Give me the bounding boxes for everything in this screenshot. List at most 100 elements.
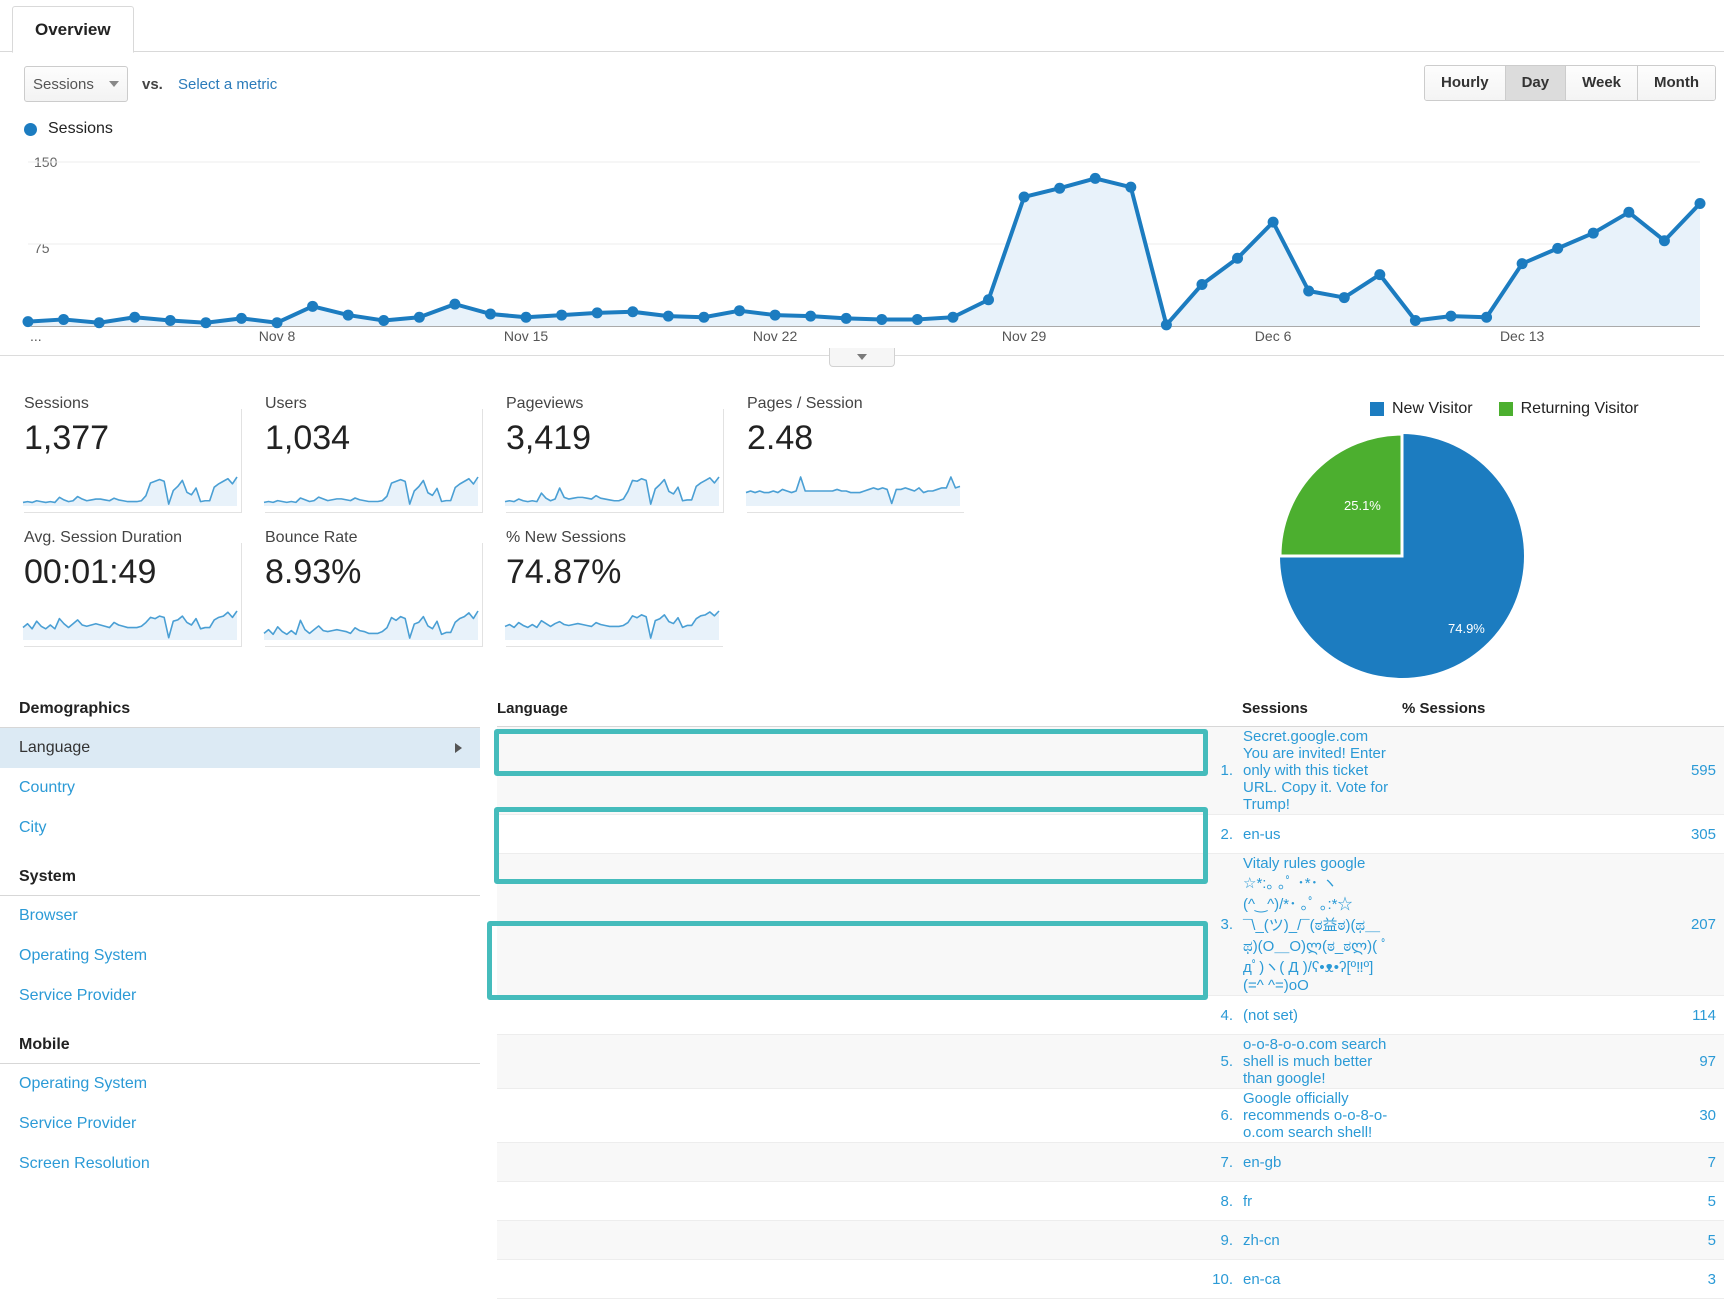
sidebar-item-language[interactable]: Language	[0, 728, 480, 768]
language-link[interactable]: Vitaly rules google ☆*:｡ ｡ﾟ ･*･ ヽ (^‿^)/…	[1243, 855, 1389, 994]
series-legend-label: Sessions	[48, 120, 113, 138]
metric-card-bounce-rate[interactable]: Bounce Rate 8.93%	[241, 529, 482, 647]
row-language[interactable]: o-o-8-o-o.com search shell is much bette…	[1242, 1035, 1402, 1089]
sidebar-item-operating-system[interactable]: Operating System	[0, 936, 480, 976]
metric-select-value: Sessions	[33, 76, 94, 93]
metric-value: 1,377	[24, 419, 241, 457]
language-link[interactable]: o-o-8-o-o.com search shell is much bette…	[1243, 1036, 1386, 1087]
table-row[interactable]: 10.en-ca30.22%	[497, 1260, 1724, 1299]
series-color-dot-icon	[24, 123, 37, 136]
row-sessions: 5	[1402, 1221, 1724, 1260]
granularity-day[interactable]: Day	[1506, 66, 1567, 100]
row-index: 5.	[497, 1035, 1242, 1089]
row-sessions: 207	[1402, 854, 1724, 996]
dimension-item-label: Screen Resolution	[19, 1155, 150, 1173]
column-header-sessions[interactable]: Sessions	[1242, 700, 1402, 727]
row-index: 1.	[497, 727, 1242, 815]
language-link[interactable]: fr	[1243, 1193, 1252, 1210]
row-language[interactable]: en-gb	[1242, 1143, 1402, 1182]
dimension-panel: Demographics Language Country City Syste…	[0, 700, 480, 1184]
sparkline-avg-session-duration	[22, 607, 238, 641]
sessions-line-chart[interactable]: 150 75 ...Nov 8Nov 15Nov 22Nov 29Dec 6De…	[0, 148, 1724, 370]
chart-expand-button[interactable]	[829, 348, 895, 367]
x-axis-tick: ...	[30, 328, 42, 344]
table-row[interactable]: 3.Vitaly rules google ☆*:｡ ｡ﾟ ･*･ ヽ (^‿^…	[497, 854, 1724, 996]
sidebar-item-browser[interactable]: Browser	[0, 896, 480, 936]
metric-card-users[interactable]: Users 1,034	[241, 395, 482, 513]
sidebar-item-mobile-operating-system[interactable]: Operating System	[0, 1064, 480, 1104]
language-link[interactable]: Google officially recommends o-o-8-o-o.c…	[1243, 1090, 1387, 1141]
pie-label-returning-visitor: 25.1%	[1344, 498, 1381, 513]
table-row[interactable]: 4.(not set)1148.28%	[497, 996, 1724, 1035]
select-a-metric-link[interactable]: Select a metric	[178, 76, 277, 93]
sidebar-item-screen-resolution[interactable]: Screen Resolution	[0, 1144, 480, 1184]
metric-card-avg-session-duration[interactable]: Avg. Session Duration 00:01:49	[0, 529, 241, 647]
metric-value: 8.93%	[265, 553, 482, 591]
row-index: 4.	[497, 996, 1242, 1035]
metric-value: 2.48	[747, 419, 964, 457]
sidebar-item-mobile-service-provider[interactable]: Service Provider	[0, 1104, 480, 1144]
sidebar-item-service-provider[interactable]: Service Provider	[0, 976, 480, 1016]
metric-card-pages-per-session[interactable]: Pages / Session 2.48	[723, 395, 964, 513]
language-link[interactable]: en-ca	[1243, 1271, 1281, 1288]
row-index: 9.	[497, 1221, 1242, 1260]
column-header-language[interactable]: Language	[497, 700, 1242, 727]
pie-svg[interactable]: 25.1% 74.9%	[1280, 434, 1580, 684]
row-language[interactable]: Secret.google.com You are invited! Enter…	[1242, 727, 1402, 815]
visitor-type-pie-chart: New Visitor Returning Visitor 25.1% 74.9…	[1270, 400, 1720, 700]
sidebar-item-country[interactable]: Country	[0, 768, 480, 808]
language-link[interactable]: en-us	[1243, 826, 1281, 843]
pie-legend-returning-visitor[interactable]: Returning Visitor	[1499, 400, 1639, 418]
chevron-down-icon	[857, 354, 867, 360]
table-row[interactable]: 2.en-us30522.15%	[497, 815, 1724, 854]
language-link[interactable]: (not set)	[1243, 1007, 1298, 1024]
metric-card-pageviews[interactable]: Pageviews 3,419	[482, 395, 723, 513]
metric-cards: Sessions 1,377 Users 1,034 Pageviews 3,4…	[0, 395, 1000, 663]
x-axis-tick: Dec 6	[1255, 328, 1292, 344]
row-language[interactable]: zh-cn	[1242, 1221, 1402, 1260]
pie-legend-new-visitor[interactable]: New Visitor	[1370, 400, 1473, 418]
pie-slice-returning-visitor[interactable]	[1280, 434, 1402, 556]
language-link[interactable]: en-gb	[1243, 1154, 1281, 1171]
metric-card-percent-new-sessions[interactable]: % New Sessions 74.87%	[482, 529, 723, 647]
pie-label-new-visitor: 74.9%	[1448, 621, 1485, 636]
granularity-month[interactable]: Month	[1638, 66, 1715, 100]
tab-overview[interactable]: Overview	[12, 6, 134, 53]
row-sessions: 5	[1402, 1182, 1724, 1221]
sidebar-item-city[interactable]: City	[0, 808, 480, 848]
pie-legend-label: Returning Visitor	[1521, 400, 1639, 418]
x-axis-tick: Dec 13	[1500, 328, 1544, 344]
table-row[interactable]: 5.o-o-8-o-o.com search shell is much bet…	[497, 1035, 1724, 1089]
row-language[interactable]: en-us	[1242, 815, 1402, 854]
language-table-panel: Language Sessions % Sessions 1.Secret.go…	[497, 700, 1724, 1299]
column-header-percent-sessions[interactable]: % Sessions	[1402, 700, 1724, 727]
language-link[interactable]: Secret.google.com You are invited! Enter…	[1243, 728, 1388, 813]
table-row[interactable]: 8.fr50.36%	[497, 1182, 1724, 1221]
metric-card-sessions[interactable]: Sessions 1,377	[0, 395, 241, 513]
table-row[interactable]: 1.Secret.google.com You are invited! Ent…	[497, 727, 1724, 815]
granularity-week[interactable]: Week	[1566, 66, 1638, 100]
granularity-hourly[interactable]: Hourly	[1425, 66, 1506, 100]
x-axis-tick: Nov 22	[753, 328, 797, 344]
metric-value: 00:01:49	[24, 553, 241, 591]
metric-value: 1,034	[265, 419, 482, 457]
dimension-item-label: Country	[19, 779, 75, 797]
sparkline-pageviews	[504, 473, 720, 507]
dimension-item-label: Language	[19, 739, 90, 757]
metric-label: Bounce Rate	[265, 529, 482, 547]
row-sessions: 595	[1402, 727, 1724, 815]
row-language[interactable]: en-ca	[1242, 1260, 1402, 1299]
row-sessions: 305	[1402, 815, 1724, 854]
metric-select[interactable]: Sessions	[24, 66, 128, 102]
row-language[interactable]: Vitaly rules google ☆*:｡ ｡ﾟ ･*･ ヽ (^‿^)/…	[1242, 854, 1402, 996]
dimension-item-label: Operating System	[19, 947, 147, 965]
table-row[interactable]: 7.en-gb70.51%	[497, 1143, 1724, 1182]
row-language[interactable]: (not set)	[1242, 996, 1402, 1035]
row-language[interactable]: Google officially recommends o-o-8-o-o.c…	[1242, 1089, 1402, 1143]
table-row[interactable]: 9.zh-cn50.36%	[497, 1221, 1724, 1260]
table-row[interactable]: 6.Google officially recommends o-o-8-o-o…	[497, 1089, 1724, 1143]
sparkline-sessions	[22, 473, 238, 507]
metric-label: Sessions	[24, 395, 241, 413]
row-language[interactable]: fr	[1242, 1182, 1402, 1221]
language-link[interactable]: zh-cn	[1243, 1232, 1280, 1249]
